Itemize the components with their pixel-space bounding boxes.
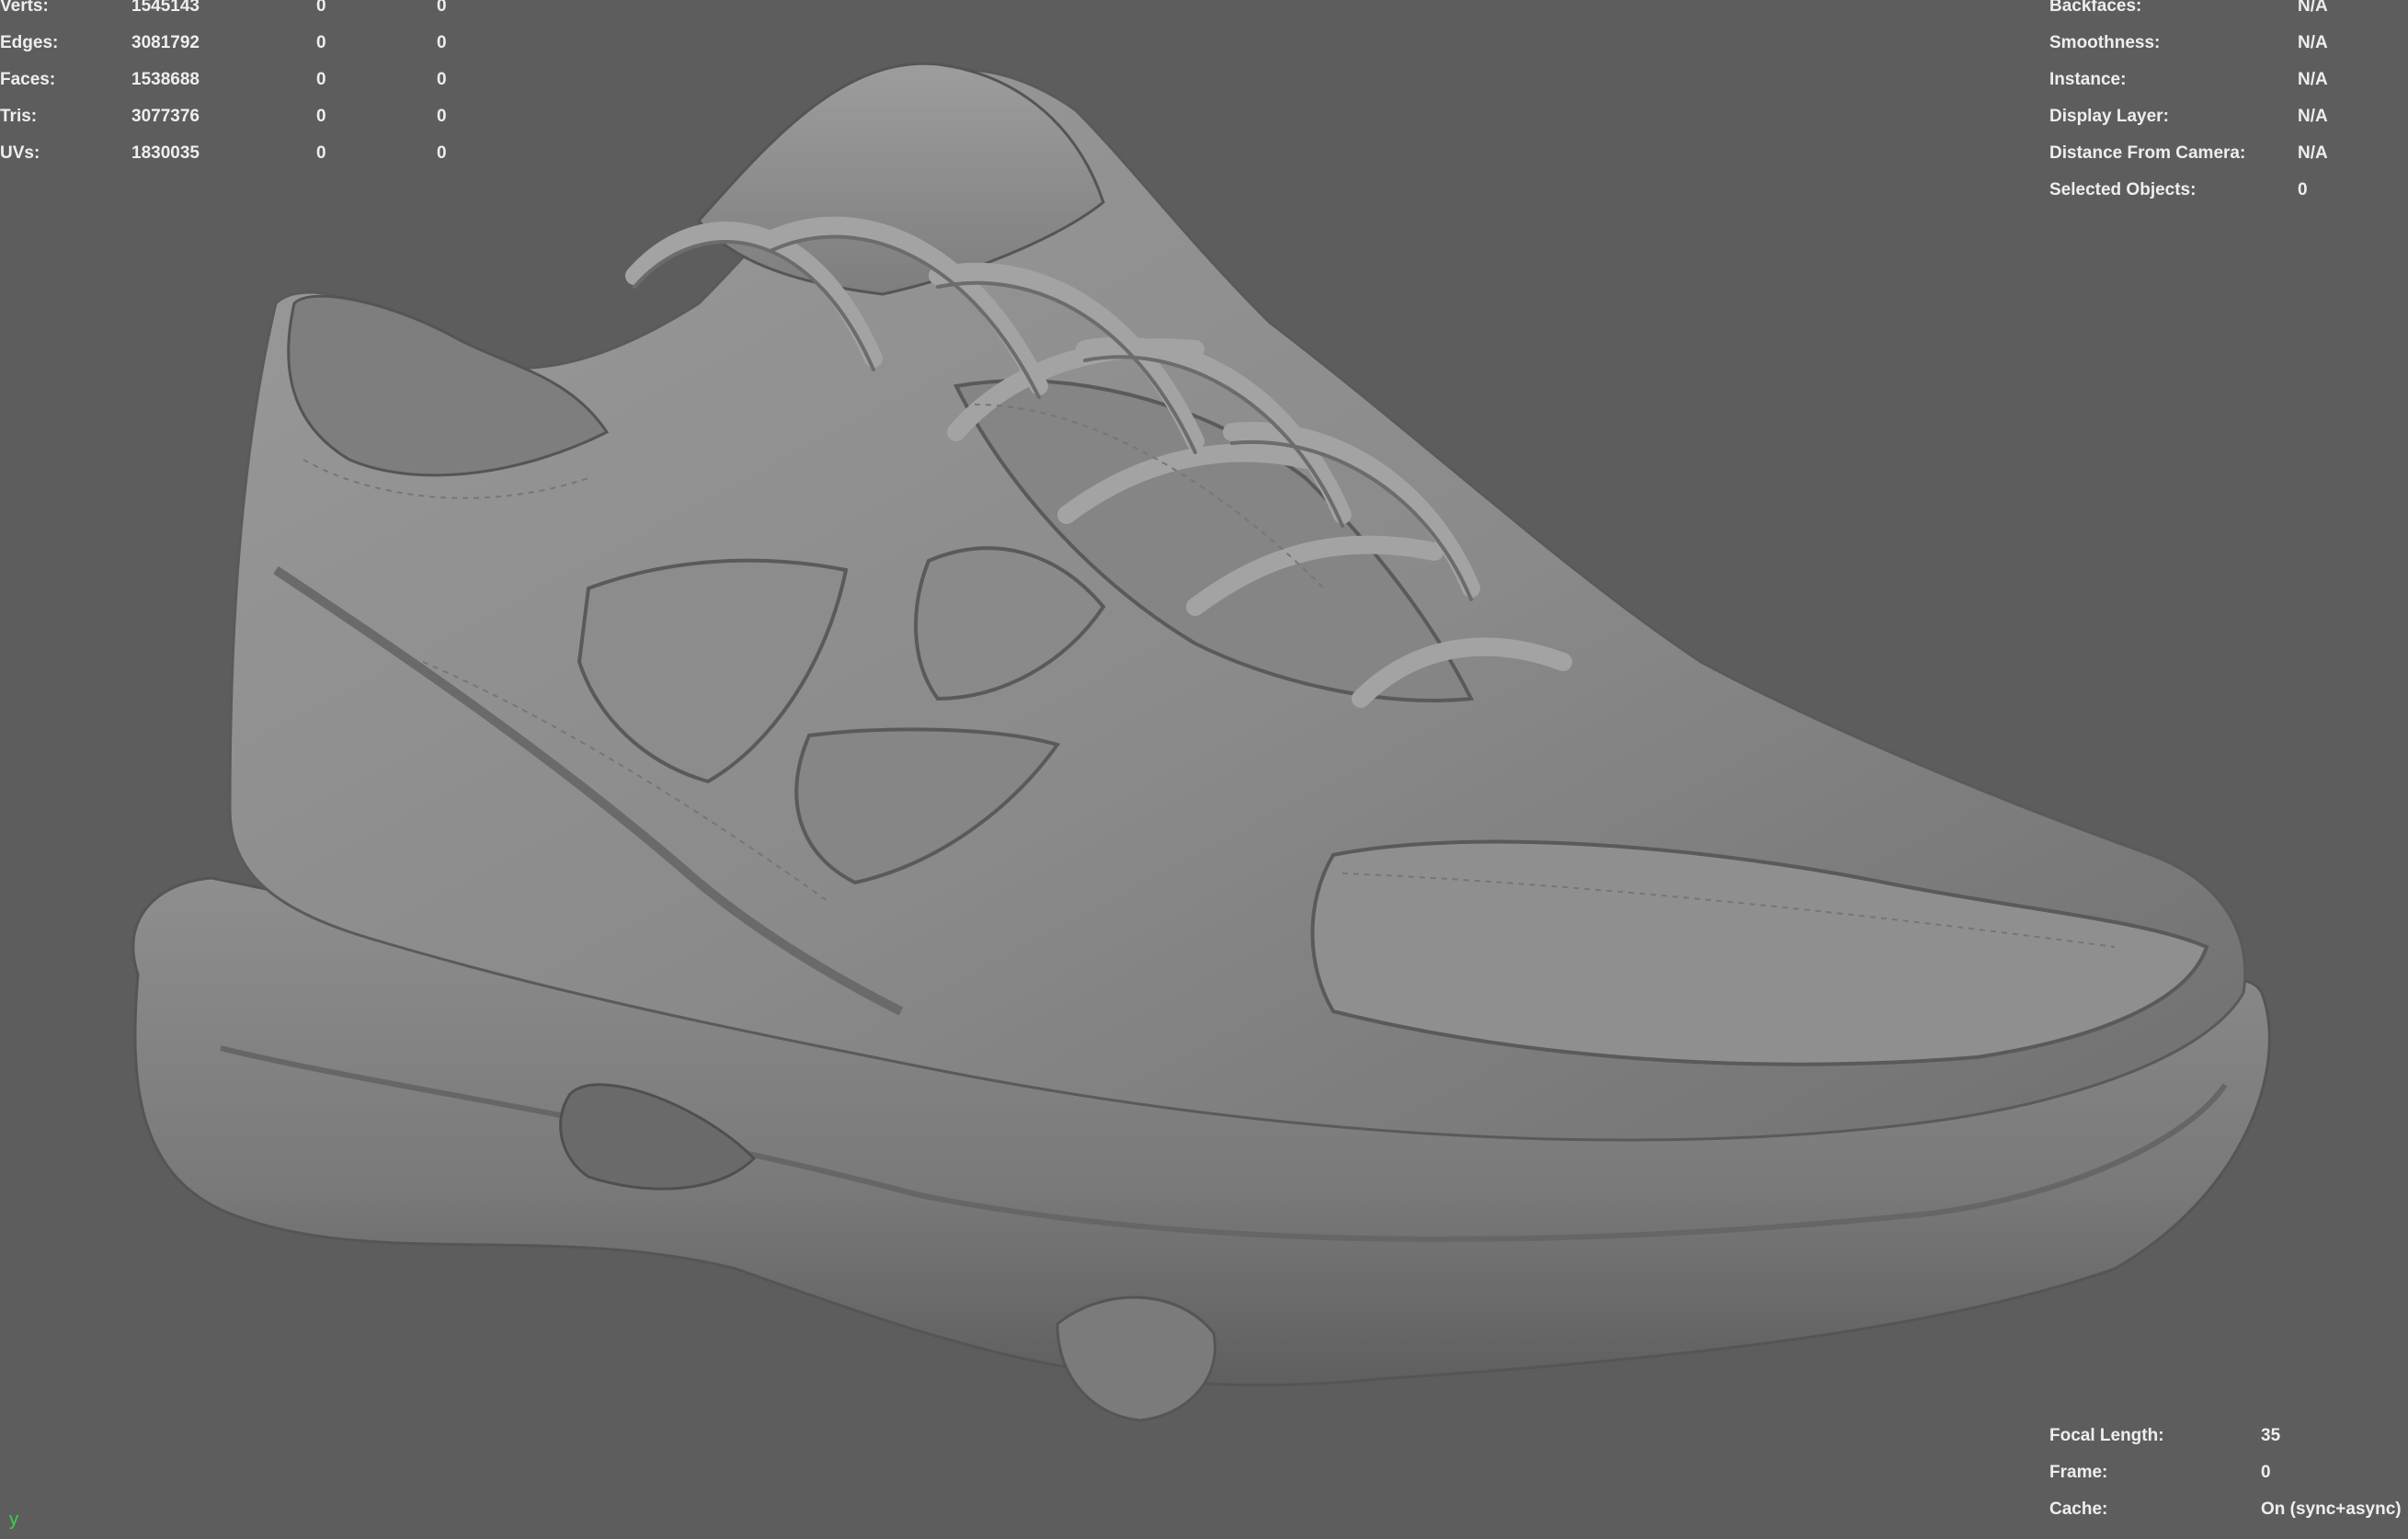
hud-label: Frame:: [2049, 1463, 2108, 1482]
hud-selected: 0: [316, 70, 326, 89]
hud-value: N/A: [2298, 0, 2328, 16]
hud-label: Selected Objects:: [2049, 180, 2197, 200]
hud-selected-component: 0: [437, 143, 447, 163]
hud-total: 3077376: [131, 107, 200, 126]
hud-label: Display Layer:: [2049, 107, 2169, 126]
hud-value: On (sync+async): [2261, 1499, 2402, 1519]
hud-total: 1830035: [131, 143, 200, 163]
hud-value: 35: [2261, 1426, 2281, 1445]
hud-selected: 0: [316, 107, 326, 126]
hud-label: Instance:: [2049, 70, 2127, 89]
hud-value: N/A: [2298, 33, 2328, 52]
hud-label: Backfaces:: [2049, 0, 2142, 16]
3d-viewport[interactable]: Verts: 1545143 0 0 Edges: 3081792 0 0 Fa…: [0, 0, 2408, 1539]
hud-selected-component: 0: [437, 70, 447, 89]
heel-collar: [287, 294, 610, 477]
hud-selected: 0: [316, 33, 326, 52]
hud-value: 0: [2298, 180, 2308, 200]
hud-total: 3081792: [131, 33, 200, 52]
hud-selected: 0: [316, 143, 326, 163]
hud-selected-component: 0: [437, 0, 447, 16]
hud-label: Verts:: [0, 0, 49, 16]
hud-value: N/A: [2298, 143, 2328, 163]
sole-bump: [1056, 1295, 1216, 1422]
hud-label: Edges:: [0, 33, 59, 52]
hud-value: N/A: [2298, 107, 2328, 126]
hud-label: Cache:: [2049, 1499, 2108, 1519]
hud-total: 1545143: [131, 0, 200, 16]
hud-selected-component: 0: [437, 33, 447, 52]
y-axis-indicator: y: [9, 1510, 18, 1530]
hud-total: 1538688: [131, 70, 200, 89]
sneaker-model[interactable]: [0, 0, 2408, 1539]
hud-value: N/A: [2298, 70, 2328, 89]
hud-selected: 0: [316, 0, 326, 16]
hud-value: 0: [2261, 1463, 2271, 1482]
hud-label: Smoothness:: [2049, 33, 2161, 52]
hud-label: Focal Length:: [2049, 1426, 2164, 1445]
hud-label: Distance From Camera:: [2049, 143, 2246, 163]
hud-label: Faces:: [0, 70, 56, 89]
hud-selected-component: 0: [437, 107, 447, 126]
hud-label: UVs:: [0, 143, 40, 163]
hud-label: Tris:: [0, 107, 38, 126]
